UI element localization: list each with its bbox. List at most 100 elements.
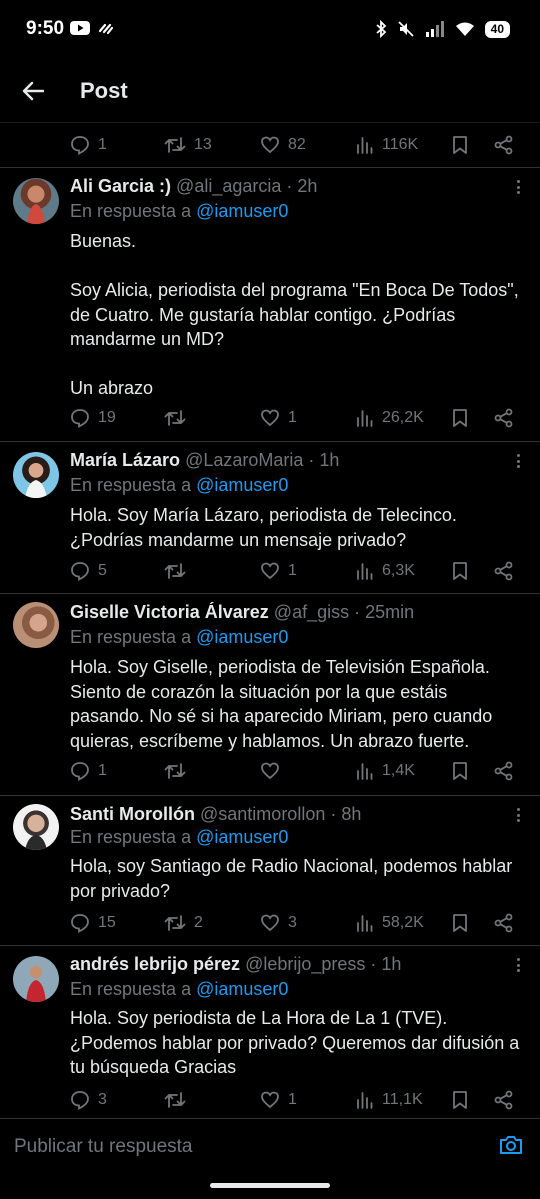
- system-icons: 40: [375, 20, 510, 38]
- like-button[interactable]: 3: [260, 913, 297, 933]
- author-line: Giselle Victoria Álvarez @af_giss · 25mi…: [70, 602, 500, 623]
- mention-link[interactable]: @iamuser0: [196, 827, 288, 847]
- reply-input[interactable]: Publicar tu respuesta: [14, 1136, 193, 1158]
- like-button[interactable]: 1: [260, 1090, 297, 1110]
- reply-composer: Publicar tu respuesta: [0, 1118, 540, 1176]
- author-name[interactable]: Santi Morollón: [70, 804, 195, 824]
- post-text: Hola. Soy Giselle, periodista de Televis…: [70, 657, 498, 751]
- views-button[interactable]: 6,3K: [356, 562, 415, 580]
- reply-button[interactable]: 15: [70, 913, 116, 933]
- bookmark-button[interactable]: [452, 135, 468, 155]
- action-bar: 3 1 11,1K: [70, 1087, 516, 1113]
- repost-button[interactable]: [164, 408, 194, 428]
- repost-button[interactable]: 13: [164, 135, 212, 155]
- action-bar: 5 1 6,3K: [70, 558, 516, 584]
- reply-post[interactable]: María Lázaro @LazaroMaria · 1h En respue…: [0, 442, 540, 594]
- repost-button[interactable]: [164, 561, 194, 581]
- views-button[interactable]: 1,4K: [356, 762, 415, 780]
- share-button[interactable]: [494, 913, 514, 933]
- like-button[interactable]: 82: [260, 135, 306, 155]
- avatar[interactable]: [13, 804, 59, 850]
- bookmark-button[interactable]: [452, 561, 468, 581]
- bookmark-button[interactable]: [452, 1090, 468, 1110]
- reply-button[interactable]: 1: [70, 135, 107, 155]
- share-button[interactable]: [494, 761, 514, 781]
- author-handle[interactable]: @santimorollon: [200, 804, 325, 824]
- avatar[interactable]: [13, 602, 59, 648]
- repost-button[interactable]: 2: [164, 913, 203, 933]
- author-name[interactable]: Ali Garcia :): [70, 176, 171, 196]
- views-count: 1,4K: [382, 762, 415, 779]
- post-time: · 25min: [354, 602, 415, 622]
- bookmark-button[interactable]: [452, 913, 468, 933]
- like-button[interactable]: [260, 761, 288, 781]
- more-options-button[interactable]: [514, 808, 522, 822]
- home-indicator[interactable]: [210, 1183, 330, 1188]
- like-button[interactable]: 1: [260, 561, 297, 581]
- signal-icon: [425, 21, 444, 37]
- action-bar: 1 13 82 116K: [70, 132, 516, 158]
- reply-post[interactable]: andrés lebrijo pérez @lebrijo_press · 1h…: [0, 946, 540, 1118]
- more-options-button[interactable]: [514, 454, 522, 468]
- author-handle[interactable]: @af_giss: [274, 602, 349, 622]
- share-button[interactable]: [494, 135, 514, 155]
- bookmark-button[interactable]: [452, 761, 468, 781]
- repost-button[interactable]: [164, 761, 194, 781]
- bookmark-icon: [453, 562, 467, 580]
- bookmark-button[interactable]: [452, 408, 468, 428]
- status-bar: 9:50 40: [0, 0, 540, 60]
- avatar[interactable]: [13, 956, 59, 1002]
- author-name[interactable]: Giselle Victoria Álvarez: [70, 602, 269, 622]
- camera-icon: [500, 1136, 522, 1154]
- author-line: Ali Garcia :) @ali_agarcia · 2h: [70, 176, 500, 197]
- reply-post[interactable]: Santi Morollón @santimorollon · 8h En re…: [0, 796, 540, 946]
- share-icon: [494, 408, 513, 428]
- reply-post[interactable]: Ali Garcia :) @ali_agarcia · 2h En respu…: [0, 168, 540, 442]
- views-button[interactable]: 26,2K: [356, 409, 424, 427]
- reply-button[interactable]: 3: [70, 1090, 107, 1110]
- share-button[interactable]: [494, 408, 514, 428]
- views-icon: [357, 1092, 373, 1109]
- mention-link[interactable]: @iamuser0: [196, 627, 288, 647]
- more-options-button[interactable]: [514, 958, 522, 972]
- reply-post[interactable]: Giselle Victoria Álvarez @af_giss · 25mi…: [0, 594, 540, 796]
- reply-count: 15: [98, 914, 116, 931]
- reply-button[interactable]: 19: [70, 408, 116, 428]
- bookmark-icon: [453, 914, 467, 932]
- views-button[interactable]: 11,1K: [356, 1091, 423, 1109]
- author-name[interactable]: María Lázaro: [70, 450, 180, 470]
- back-button[interactable]: [18, 76, 48, 106]
- camera-button[interactable]: [498, 1133, 524, 1162]
- reply-button[interactable]: 5: [70, 561, 107, 581]
- header: Post: [0, 60, 540, 122]
- author-handle[interactable]: @ali_agarcia: [176, 176, 281, 196]
- repost-button[interactable]: [164, 1090, 194, 1110]
- author-handle[interactable]: @lebrijo_press: [245, 954, 365, 974]
- like-icon: [261, 1091, 279, 1109]
- views-icon: [357, 410, 373, 427]
- like-count: 82: [288, 136, 306, 153]
- avatar[interactable]: [13, 452, 59, 498]
- action-bar: 15 2 3 58,2K: [70, 910, 516, 936]
- views-button[interactable]: 116K: [356, 136, 418, 154]
- avatar[interactable]: [13, 178, 59, 224]
- author-handle[interactable]: @LazaroMaria: [185, 450, 303, 470]
- reply-button[interactable]: 1: [70, 761, 107, 781]
- mention-link[interactable]: @iamuser0: [196, 979, 288, 999]
- share-button[interactable]: [494, 561, 514, 581]
- repost-count: 13: [194, 136, 212, 153]
- reply-icon: [71, 562, 89, 581]
- more-icon: [516, 180, 520, 183]
- post-text: Hola, soy Santiago de Radio Nacional, po…: [70, 856, 518, 901]
- mention-link[interactable]: @iamuser0: [196, 475, 288, 495]
- author-name[interactable]: andrés lebrijo pérez: [70, 954, 240, 974]
- like-count: 1: [288, 409, 297, 426]
- bookmark-icon: [453, 1091, 467, 1109]
- more-options-button[interactable]: [514, 180, 522, 194]
- post-time: · 1h: [308, 450, 340, 470]
- mention-link[interactable]: @iamuser0: [196, 201, 288, 221]
- share-button[interactable]: [494, 1090, 514, 1110]
- repost-icon: [164, 410, 186, 426]
- like-button[interactable]: 1: [260, 408, 297, 428]
- views-button[interactable]: 58,2K: [356, 914, 424, 932]
